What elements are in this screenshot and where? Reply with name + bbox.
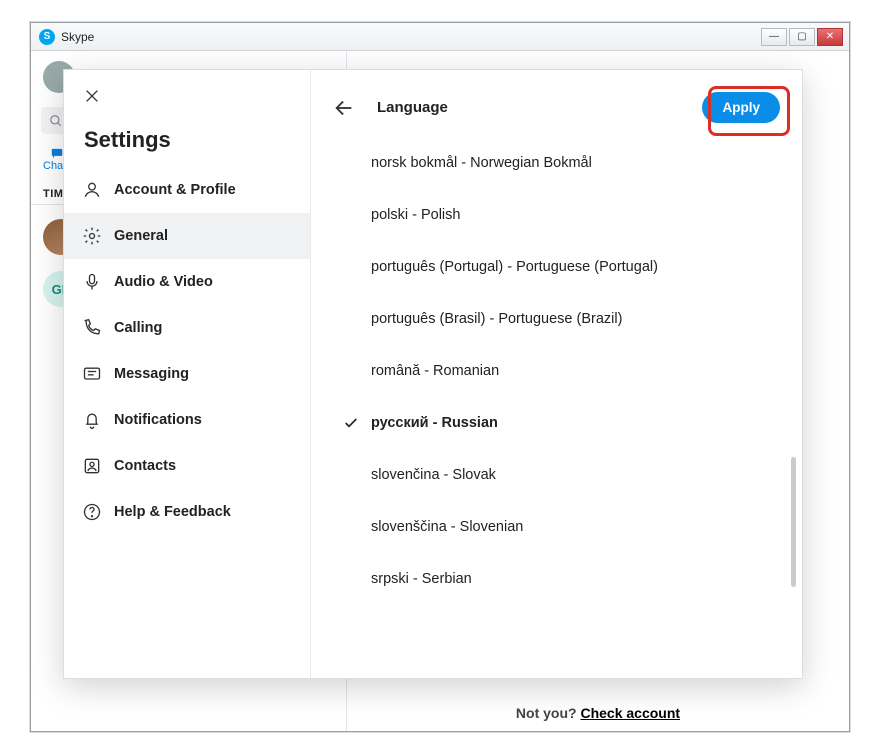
close-window-button[interactable]: ✕: [817, 28, 843, 46]
nav-account-profile[interactable]: Account & Profile: [64, 167, 310, 213]
nav-label: Notifications: [114, 412, 202, 428]
gear-icon: [82, 226, 102, 246]
arrow-left-icon: [333, 97, 355, 119]
close-icon: [84, 88, 100, 104]
nav-label: Help & Feedback: [114, 504, 231, 520]
nav-label: Contacts: [114, 458, 176, 474]
nav-label: Calling: [114, 320, 162, 336]
language-option-romanian[interactable]: română - Romanian: [345, 345, 776, 397]
not-you-text: Not you? Check account: [516, 705, 680, 721]
skype-icon: S: [39, 29, 55, 45]
message-icon: [82, 364, 102, 384]
back-button[interactable]: [333, 97, 355, 119]
language-header: Language Apply: [311, 70, 802, 137]
language-option-slovak[interactable]: slovenčina - Slovak: [345, 449, 776, 501]
nav-label: Account & Profile: [114, 182, 236, 198]
bell-icon: [82, 410, 102, 430]
nav-calling[interactable]: Calling: [64, 305, 310, 351]
language-option-portuguese-br[interactable]: português (Brasil) - Portuguese (Brazil): [345, 293, 776, 345]
nav-audio-video[interactable]: Audio & Video: [64, 259, 310, 305]
settings-modal: Settings Account & Profile General Audio…: [63, 69, 803, 679]
apply-button[interactable]: Apply: [702, 92, 780, 123]
nav-label: Audio & Video: [114, 274, 213, 290]
nav-contacts[interactable]: Contacts: [64, 443, 310, 489]
check-icon: [343, 415, 359, 435]
nav-notifications[interactable]: Notifications: [64, 397, 310, 443]
titlebar: S Skype — ▢ ✕: [31, 23, 849, 51]
language-option-norwegian[interactable]: norsk bokmål - Norwegian Bokmål: [345, 137, 776, 189]
help-icon: [82, 502, 102, 522]
nav-help-feedback[interactable]: Help & Feedback: [64, 489, 310, 535]
close-modal-button[interactable]: [64, 70, 310, 117]
maximize-button[interactable]: ▢: [789, 28, 815, 46]
contacts-icon: [82, 456, 102, 476]
language-panel: Language Apply norsk bokmål - Norwegian …: [311, 70, 802, 678]
language-option-russian[interactable]: русский - Russian: [345, 397, 776, 449]
search-icon: [49, 114, 63, 128]
language-option-serbian[interactable]: srpski - Serbian: [345, 553, 776, 605]
person-icon: [82, 180, 102, 200]
minimize-button[interactable]: —: [761, 28, 787, 46]
language-option-polish[interactable]: polski - Polish: [345, 189, 776, 241]
check-account-link[interactable]: Check account: [580, 705, 680, 721]
phone-icon: [82, 318, 102, 338]
nav-general[interactable]: General: [64, 213, 310, 259]
language-option-slovenian[interactable]: slovenščina - Slovenian: [345, 501, 776, 553]
language-list[interactable]: norsk bokmål - Norwegian Bokmål polski -…: [311, 137, 802, 678]
nav-messaging[interactable]: Messaging: [64, 351, 310, 397]
settings-title: Settings: [64, 117, 310, 167]
settings-nav: Settings Account & Profile General Audio…: [64, 70, 311, 678]
scrollbar-thumb[interactable]: [791, 457, 796, 587]
nav-label: General: [114, 228, 168, 244]
nav-label: Messaging: [114, 366, 189, 382]
mic-icon: [82, 272, 102, 292]
language-title: Language: [377, 99, 448, 116]
language-option-portuguese-pt[interactable]: português (Portugal) - Portuguese (Portu…: [345, 241, 776, 293]
window-title: Skype: [61, 30, 94, 44]
